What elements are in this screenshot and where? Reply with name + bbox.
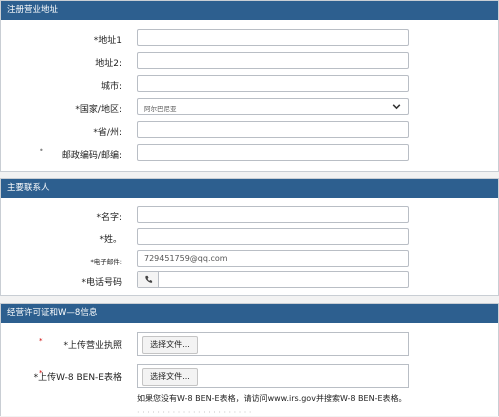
w8-upload: 选择文件... [137, 364, 409, 388]
last-name-label: *姓。 [99, 235, 122, 245]
address2-input[interactable] [137, 52, 409, 69]
last-name-input[interactable] [137, 228, 409, 245]
chevron-down-icon [391, 101, 402, 115]
required-dot: • [39, 146, 44, 155]
phone-label: *电话号码 [81, 278, 122, 288]
country-selected-value: 阿尔巴尼亚 [144, 105, 177, 113]
address2-label: 地址2: [95, 59, 122, 69]
address1-label: *地址1 [93, 36, 122, 46]
address-section-header: 注册营业地址 [1, 1, 498, 20]
required-marker: * [39, 337, 43, 345]
address1-input[interactable] [137, 29, 409, 46]
contact-panel: 主要联系人 *名字: *姓。 *电子邮件: 729451759@qq.com *… [0, 178, 499, 296]
license-section-header: 经营许可证和W—8信息 [1, 304, 498, 323]
choose-file-button[interactable]: 选择文件... [142, 336, 198, 354]
country-label: *国家/地区: [75, 105, 122, 115]
email-field[interactable]: 729451759@qq.com [137, 250, 409, 267]
email-label: *电子邮件: [90, 258, 122, 266]
business-license-upload: 选择文件... [137, 332, 409, 356]
address-panel: 注册营业地址 *地址1 地址2: 城市: *国家/地区: 阿尔巴尼亚 *省/州:… [0, 0, 499, 172]
choose-file-button[interactable]: 选择文件... [142, 368, 198, 386]
license-panel: 经营许可证和W—8信息 * *上传营业执照 选择文件... * *上传W-8 B… [0, 303, 499, 417]
phone-input[interactable] [137, 271, 409, 288]
country-select[interactable]: 阿尔巴尼亚 [137, 98, 409, 115]
postal-input[interactable] [137, 144, 409, 161]
city-input[interactable] [137, 75, 409, 92]
phone-icon [138, 272, 159, 287]
w8-label: *上传W-8 BEN-E表格 [33, 373, 122, 383]
business-license-label: *上传营业执照 [63, 341, 122, 351]
postal-label: 邮政编码/邮编: [61, 151, 122, 161]
w8-help-note: 如果您没有W-8 BEN-E表格，请访问www.irs.gov并搜索W-8 BE… [137, 394, 407, 403]
province-input[interactable] [137, 121, 409, 138]
first-name-label: *名字: [96, 213, 122, 223]
contact-section-header: 主要联系人 [1, 179, 498, 198]
city-label: 城市: [100, 82, 122, 92]
first-name-input[interactable] [137, 206, 409, 223]
province-label: *省/州: [93, 128, 122, 138]
